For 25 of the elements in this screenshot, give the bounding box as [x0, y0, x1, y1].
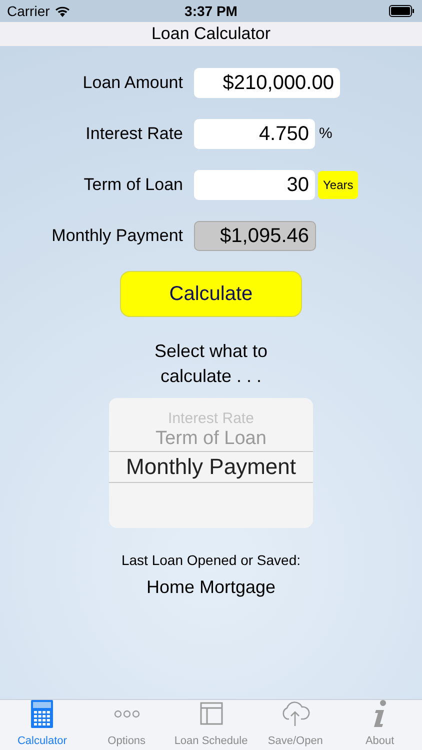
calculator-icon — [31, 700, 54, 728]
info-icon — [372, 700, 387, 728]
field-label: Loan Amount — [82, 72, 184, 94]
unit-badge: Years — [318, 171, 358, 199]
tab[interactable]: Calculator — [0, 700, 84, 750]
last-loan-caption: Last Loan Opened or Saved: — [121, 551, 301, 570]
field-label: Term of Loan — [82, 174, 184, 196]
picker-prompt: Select what to calculate . . . — [153, 340, 269, 388]
field-label: Interest Rate — [84, 123, 184, 146]
wifi-icon — [54, 6, 70, 16]
picker-option[interactable]: Monthly Payment — [109, 451, 313, 483]
input-field[interactable]: 30 — [194, 170, 315, 200]
calculate-button[interactable]: Calculate — [120, 271, 302, 317]
window-title: Loan Calculator — [151, 23, 271, 46]
clock-label: 3:37 PM — [184, 2, 238, 20]
more-icon — [114, 710, 140, 718]
input-field[interactable]: $210,000.00 — [194, 68, 340, 98]
carrier-label: Carrier — [7, 2, 50, 20]
table-icon — [200, 702, 223, 726]
input-field[interactable]: 4.750 — [194, 119, 315, 149]
field-label: Monthly Payment — [50, 225, 184, 248]
last-loan-name: Home Mortgage — [146, 576, 276, 599]
battery-icon — [388, 5, 415, 17]
unit-label: % — [319, 124, 332, 144]
cloud-upload-icon — [280, 700, 310, 728]
